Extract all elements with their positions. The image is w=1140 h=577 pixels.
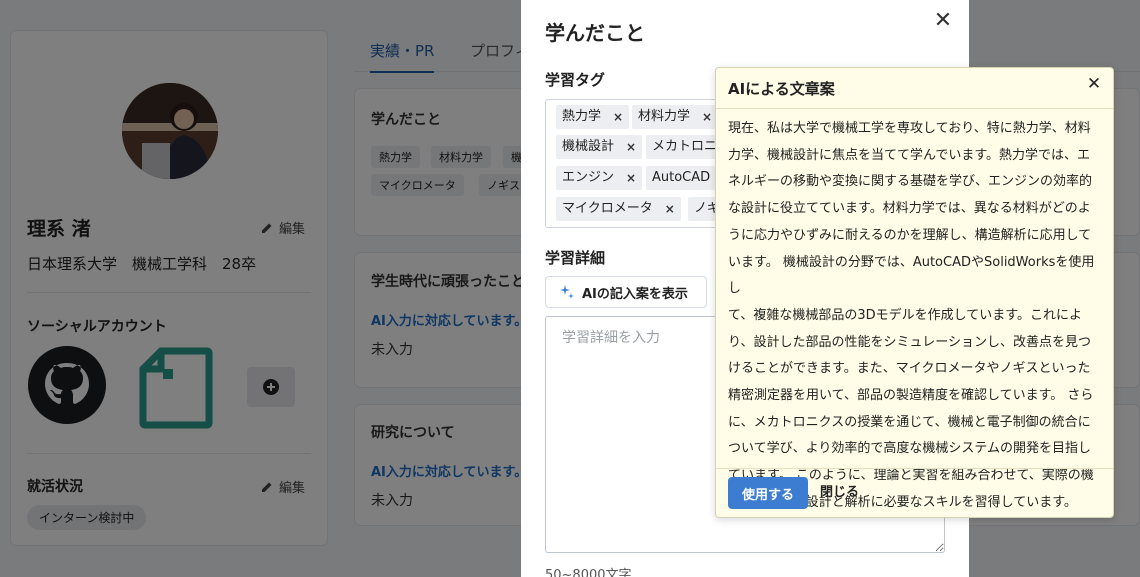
tag-chip: AutoCAD [646, 166, 717, 190]
length-hint: 50~8000文字 [545, 568, 632, 577]
draft-line: 精密測定器を用いて、部品の製造精度を確認しています。 さら [728, 388, 1094, 404]
draft-line: ネルギーの移動や変換に関する基礎を学び、エンジンの効率的 [728, 174, 1093, 190]
draft-line: います。 機械設計の分野では、AutoCADやSolidWorksを使用し [728, 254, 1095, 297]
tag-remove-icon[interactable]: × [626, 135, 636, 159]
tag-label: メカトロニ [652, 139, 718, 154]
close-icon[interactable]: ✕ [1084, 74, 1104, 94]
draft-line: な設計に役立てています。材料力学では、異なる材料がどのよ [728, 201, 1091, 217]
draft-line: 力学、機械設計に焦点を当てて学んでいます。熱力学では、エ [728, 147, 1091, 163]
tag-remove-icon[interactable]: × [702, 105, 712, 129]
popup-title: AIによる文章案 [728, 80, 835, 98]
draft-line: けることができます。また、マイクロメータやノギスといった [728, 361, 1091, 377]
modal-title: 学んだこと [545, 21, 645, 45]
draft-line: 現在、私は大学で機械工学を専攻しており、特に熱力学、材料 [728, 121, 1091, 136]
tag-chip: 熱力学 × [556, 105, 630, 129]
divider [716, 468, 1113, 469]
tag-chip: 材料力学 × [632, 105, 719, 129]
divider [716, 108, 1113, 109]
tag-chip: エンジン × [556, 166, 643, 190]
use-draft-button[interactable]: 使用する [728, 477, 808, 509]
show-ai-draft-button[interactable]: AIの記入案を表示 [545, 276, 707, 308]
tag-label: 材料力学 [638, 109, 691, 124]
tag-chip: 機械設計 × [556, 135, 643, 159]
tag-label: 機械設計 [562, 139, 615, 154]
tag-chip: マイクロメータ × [556, 197, 681, 221]
ai-button-label: AIの記入案を表示 [582, 286, 688, 302]
tag-label: エンジン [562, 170, 615, 185]
tag-label: マイクロメータ [562, 201, 653, 216]
detail-label: 学習詳細 [545, 249, 606, 267]
tag-remove-icon[interactable]: × [665, 197, 675, 221]
tag-label: 熱力学 [562, 109, 602, 124]
tags-label: 学習タグ [545, 71, 606, 89]
tag-remove-icon[interactable]: × [613, 105, 623, 129]
tag-label: AutoCAD [652, 170, 711, 185]
tag-remove-icon[interactable]: × [626, 166, 636, 190]
draft-line: うに応力やひずみに耐えるのかを理解し、構造解析に応用して [728, 227, 1092, 243]
draft-line: て、複雑な機械部品の3Dモデルを作成しています。これによ [728, 307, 1082, 323]
close-icon[interactable]: ✕ [931, 10, 955, 34]
draft-line: に、メカトロニクスの授業を通じて、機械と電子制御の統合に [728, 414, 1091, 430]
draft-line: ついて学び、より効率的で高度な機械システムの開発を目指し [728, 441, 1091, 457]
draft-line: り、設計した部品の性能をシミュレーションし、改善点を見つ [728, 334, 1091, 350]
sparkle-icon [560, 285, 574, 299]
ai-draft-text: 現在、私は大学で機械工学を専攻しており、特に熱力学、材料 力学、機械設計に焦点を… [728, 116, 1104, 517]
tag-chip: メカトロニ [646, 135, 724, 159]
close-popup-button[interactable]: 閉じる [820, 477, 859, 509]
ai-draft-popup: AIによる文章案 ✕ 現在、私は大学で機械工学を専攻しており、特に熱力学、材料 … [715, 67, 1114, 518]
